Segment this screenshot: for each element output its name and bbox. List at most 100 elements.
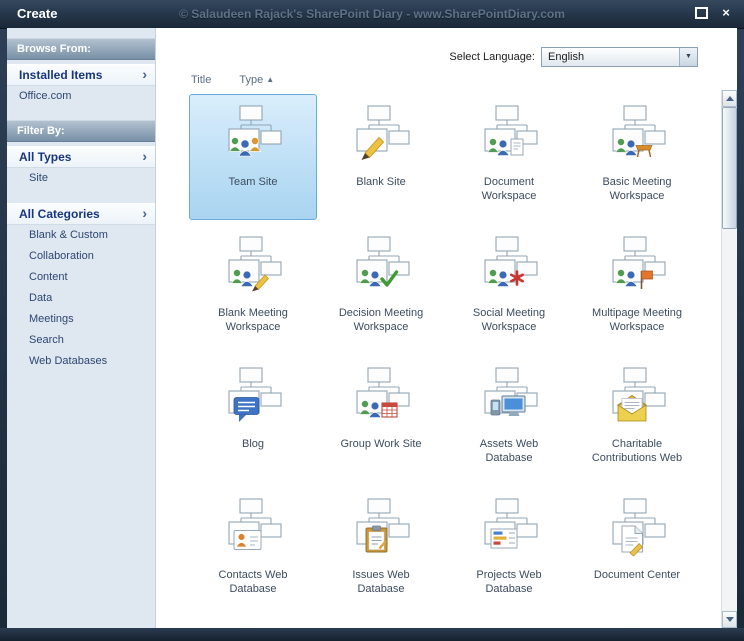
- sort-by-type[interactable]: Type ▲: [239, 74, 274, 86]
- item-label: Installed Items: [19, 68, 103, 82]
- social-meeting-workspace-icon: [477, 234, 541, 298]
- template-document-center[interactable]: Document Center: [573, 487, 701, 613]
- sidebar-type-site[interactable]: Site: [7, 168, 155, 189]
- item-label: Site: [29, 172, 48, 184]
- browse-list: Installed Items › Office.com: [7, 64, 155, 107]
- template-issues-web-database[interactable]: Issues Web Database: [317, 487, 445, 613]
- vertical-scrollbar[interactable]: [721, 90, 737, 628]
- browse-from-header: Browse From:: [7, 38, 155, 60]
- group-work-site-icon: [349, 365, 413, 429]
- item-label: Search: [29, 334, 64, 346]
- template-multipage-meeting-workspace[interactable]: Multipage Meeting Workspace: [573, 225, 701, 351]
- sidebar-category-collaboration[interactable]: Collaboration: [7, 246, 155, 267]
- scrollbar-thumb[interactable]: [722, 107, 737, 229]
- template-label: Social Meeting Workspace: [472, 307, 546, 333]
- item-label: All Types: [19, 150, 72, 164]
- watermark-text: © Salaudeen Rajack's SharePoint Diary - …: [179, 7, 565, 21]
- dialog-bottom-bar: [0, 628, 744, 641]
- sort-row: Title Type ▲: [191, 74, 274, 86]
- window-buttons: ×: [693, 5, 734, 21]
- template-basic-meeting-workspace[interactable]: Basic Meeting Workspace: [573, 94, 701, 220]
- template-document-workspace[interactable]: Document Workspace: [445, 94, 573, 220]
- template-label: Charitable Contributions Web: [591, 438, 683, 464]
- sidebar-item-installed-items[interactable]: Installed Items ›: [7, 64, 155, 86]
- template-blank-site[interactable]: Blank Site: [317, 94, 445, 220]
- sidebar-item-office-com[interactable]: Office.com: [7, 86, 155, 107]
- template-label: Issues Web Database: [352, 569, 410, 595]
- dialog-titlebar: Create © Salaudeen Rajack's SharePoint D…: [0, 0, 744, 29]
- item-label: Collaboration: [29, 250, 94, 262]
- scrollbar-track[interactable]: [722, 107, 737, 611]
- scroll-down-icon: [725, 617, 734, 622]
- template-charitable-contributions-web[interactable]: Charitable Contributions Web: [573, 356, 701, 482]
- template-assets-web-database[interactable]: Assets Web Database: [445, 356, 573, 482]
- template-label: Basic Meeting Workspace: [602, 176, 672, 202]
- type-filter-list: All Types › Site: [7, 146, 155, 189]
- item-label: Blank & Custom: [29, 229, 108, 241]
- template-label: Group Work Site: [340, 438, 422, 450]
- template-social-meeting-workspace[interactable]: Social Meeting Workspace: [445, 225, 573, 351]
- dropdown-arrow-icon: ▼: [679, 47, 697, 66]
- item-label: Web Databases: [29, 355, 108, 367]
- chevron-right-icon: ›: [142, 205, 147, 221]
- main-panel: Select Language: English ▼ Title Type ▲ T…: [157, 28, 721, 628]
- chevron-right-icon: ›: [142, 148, 147, 164]
- template-label: Team Site: [228, 176, 278, 188]
- sidebar-category-meetings[interactable]: Meetings: [7, 309, 155, 330]
- document-workspace-icon: [477, 103, 541, 167]
- template-decision-meeting-workspace[interactable]: Decision Meeting Workspace: [317, 225, 445, 351]
- scroll-down-button[interactable]: [722, 611, 737, 628]
- sidebar-category-blank-custom[interactable]: Blank & Custom: [7, 225, 155, 246]
- sidebar-category-search[interactable]: Search: [7, 330, 155, 351]
- template-label: Blog: [241, 438, 265, 450]
- contacts-web-database-icon: [221, 496, 285, 560]
- template-label: Projects Web Database: [476, 569, 542, 595]
- sidebar-category-all-categories[interactable]: All Categories ›: [7, 203, 155, 225]
- item-label: Meetings: [29, 313, 74, 325]
- template-projects-web-database[interactable]: Projects Web Database: [445, 487, 573, 613]
- sidebar-category-content[interactable]: Content: [7, 267, 155, 288]
- language-value: English: [548, 50, 585, 63]
- issues-web-database-icon: [349, 496, 413, 560]
- template-label: Contacts Web Database: [218, 569, 288, 595]
- scroll-up-icon: [725, 96, 734, 101]
- close-icon: ×: [722, 5, 730, 20]
- filter-by-header: Filter By:: [7, 120, 155, 142]
- scroll-up-button[interactable]: [722, 90, 737, 107]
- dialog-content: Browse From: Installed Items › Office.com …: [7, 28, 737, 628]
- template-team-site[interactable]: Team Site: [189, 94, 317, 220]
- template-label: Document Workspace: [481, 176, 537, 202]
- sidebar-type-all-types[interactable]: All Types ›: [7, 146, 155, 168]
- charitable-contributions-web-icon: [605, 365, 669, 429]
- item-label: Content: [29, 271, 68, 283]
- basic-meeting-workspace-icon: [605, 103, 669, 167]
- language-dropdown[interactable]: English ▼: [541, 46, 698, 67]
- decision-meeting-workspace-icon: [349, 234, 413, 298]
- template-label: Blank Meeting Workspace: [218, 307, 288, 333]
- close-button[interactable]: ×: [718, 5, 734, 21]
- sidebar: Browse From: Installed Items › Office.com …: [7, 28, 156, 628]
- sidebar-category-data[interactable]: Data: [7, 288, 155, 309]
- maximize-button[interactable]: [693, 5, 709, 21]
- sidebar-category-web-databases[interactable]: Web Databases: [7, 351, 155, 372]
- sort-type-label: Type: [239, 74, 264, 86]
- item-label: Office.com: [19, 90, 72, 102]
- template-grid: Team Site Blank Site Document Workspace Bas…: [189, 94, 705, 618]
- multipage-meeting-workspace-icon: [605, 234, 669, 298]
- maximize-icon: [694, 7, 708, 19]
- sort-by-title[interactable]: Title: [191, 74, 211, 86]
- item-label: All Categories: [19, 207, 100, 221]
- template-contacts-web-database[interactable]: Contacts Web Database: [189, 487, 317, 613]
- item-label: Data: [29, 292, 53, 304]
- template-group-work-site[interactable]: Group Work Site: [317, 356, 445, 482]
- category-filter-list: All Categories › Blank & Custom Collaborati…: [7, 203, 155, 372]
- blog-icon: [221, 365, 285, 429]
- template-label: Decision Meeting Workspace: [338, 307, 424, 333]
- team-site-icon: [221, 103, 285, 167]
- select-language-label: Select Language:: [449, 50, 535, 63]
- template-label: Document Center: [593, 569, 681, 581]
- template-blog[interactable]: Blog: [189, 356, 317, 482]
- blank-site-icon: [349, 103, 413, 167]
- template-blank-meeting-workspace[interactable]: Blank Meeting Workspace: [189, 225, 317, 351]
